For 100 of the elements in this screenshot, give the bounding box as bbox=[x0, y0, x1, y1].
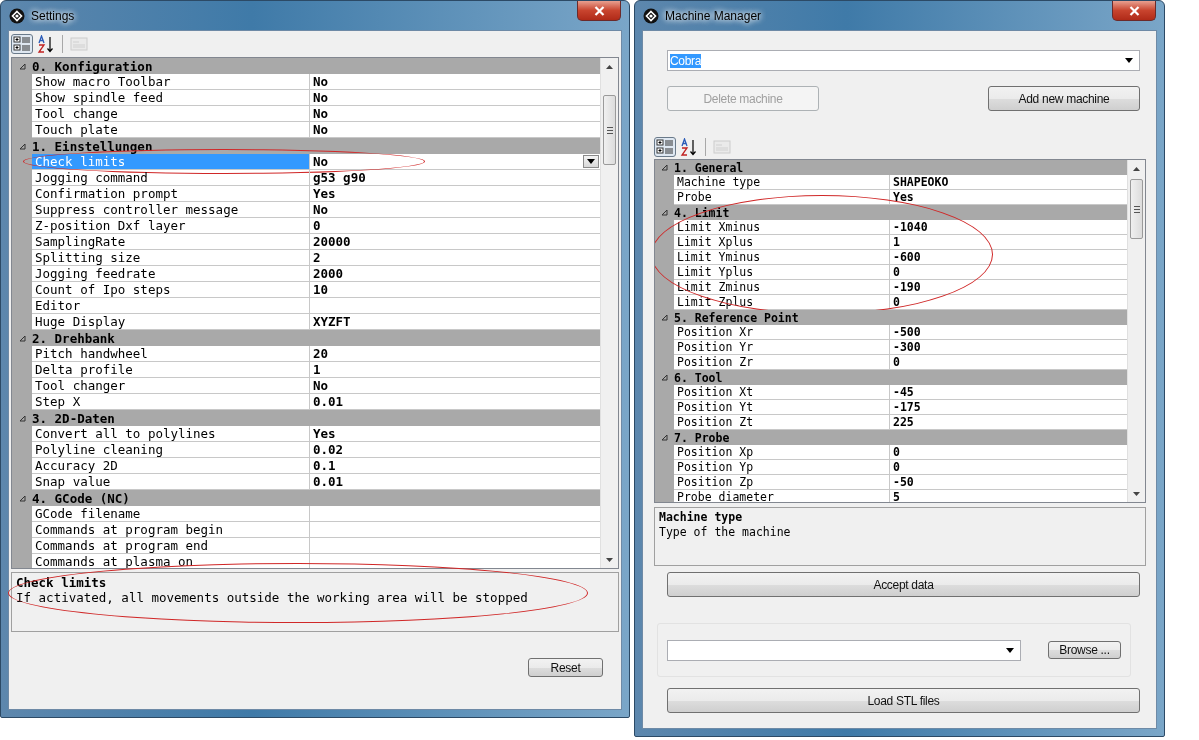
property-name[interactable]: Position Xr bbox=[674, 325, 890, 340]
property-name[interactable]: Convert all to polylines bbox=[32, 426, 310, 442]
property-row[interactable]: Convert all to polylines Yes bbox=[12, 426, 600, 442]
property-name[interactable]: Limit Yminus bbox=[674, 250, 890, 265]
property-name[interactable]: Show macro Toolbar bbox=[32, 74, 310, 90]
property-name[interactable]: Machine type bbox=[674, 175, 890, 190]
scrollbar[interactable] bbox=[600, 58, 618, 568]
property-name[interactable]: GCode filename bbox=[32, 506, 310, 522]
property-value[interactable]: 0 bbox=[893, 445, 1127, 459]
property-value[interactable]: No bbox=[313, 74, 600, 89]
property-value[interactable]: No bbox=[313, 90, 600, 105]
property-row[interactable]: SamplingRate 20000 bbox=[12, 234, 600, 250]
property-row[interactable]: Commands at program end bbox=[12, 538, 600, 554]
add-machine-button[interactable]: Add new machine bbox=[988, 86, 1140, 111]
property-name[interactable]: Probe diameter bbox=[674, 490, 890, 502]
property-row[interactable]: Commands at program begin bbox=[12, 522, 600, 538]
property-row[interactable]: Position Xt -45 bbox=[655, 385, 1127, 400]
property-value[interactable]: 0 bbox=[893, 265, 1127, 279]
property-row[interactable]: Position Yr -300 bbox=[655, 340, 1127, 355]
collapse-icon[interactable] bbox=[661, 209, 668, 216]
categorized-view-icon[interactable] bbox=[11, 34, 33, 54]
property-name[interactable]: Suppress controller message bbox=[32, 202, 310, 218]
category-header[interactable]: 4. GCode (NC) bbox=[12, 490, 600, 506]
property-row[interactable]: Position Yp 0 bbox=[655, 460, 1127, 475]
property-row[interactable]: Tool change No bbox=[12, 106, 600, 122]
property-name[interactable]: Show spindle feed bbox=[32, 90, 310, 106]
property-value[interactable]: No bbox=[313, 378, 600, 393]
category-header[interactable]: 6. Tool bbox=[655, 370, 1127, 385]
property-name[interactable]: Polyline cleaning bbox=[32, 442, 310, 458]
reset-button[interactable]: Reset bbox=[528, 658, 603, 677]
property-name[interactable]: Limit Xplus bbox=[674, 235, 890, 250]
property-value[interactable]: -50 bbox=[893, 475, 1127, 489]
category-header[interactable]: 1. Einstellungen bbox=[12, 138, 600, 154]
close-button[interactable] bbox=[1112, 1, 1156, 21]
dropdown-button[interactable] bbox=[583, 155, 599, 168]
property-name[interactable]: Tool changer bbox=[32, 378, 310, 394]
property-value[interactable]: -45 bbox=[893, 385, 1127, 399]
collapse-icon[interactable] bbox=[18, 142, 26, 150]
browse-button[interactable]: Browse ... bbox=[1048, 641, 1121, 659]
property-row[interactable]: Polyline cleaning 0.02 bbox=[12, 442, 600, 458]
property-name[interactable]: Limit Xminus bbox=[674, 220, 890, 235]
property-value[interactable]: 0 bbox=[893, 460, 1127, 474]
property-name[interactable]: Splitting size bbox=[32, 250, 310, 266]
property-row[interactable]: Check limits No bbox=[12, 154, 600, 170]
property-name[interactable]: Limit Yplus bbox=[674, 265, 890, 280]
property-value[interactable]: 0 bbox=[893, 295, 1127, 309]
property-name[interactable]: Confirmation prompt bbox=[32, 186, 310, 202]
property-value[interactable]: -1040 bbox=[893, 220, 1127, 234]
property-row[interactable]: GCode filename bbox=[12, 506, 600, 522]
property-name[interactable]: Commands at program begin bbox=[32, 522, 310, 538]
property-value[interactable]: -190 bbox=[893, 280, 1127, 294]
property-value[interactable]: Yes bbox=[893, 190, 1127, 204]
property-row[interactable]: Commands at plasma on bbox=[12, 554, 600, 568]
property-name[interactable]: Commands at plasma on bbox=[32, 554, 310, 568]
property-name[interactable]: Accuracy 2D bbox=[32, 458, 310, 474]
property-value[interactable]: -175 bbox=[893, 400, 1127, 414]
property-row[interactable]: Limit Yminus -600 bbox=[655, 250, 1127, 265]
property-name[interactable]: Pitch handwheel bbox=[32, 346, 310, 362]
collapse-icon[interactable] bbox=[18, 62, 26, 70]
scrollbar-thumb[interactable] bbox=[1130, 179, 1143, 239]
property-name[interactable]: Position Yt bbox=[674, 400, 890, 415]
property-name[interactable]: Tool change bbox=[32, 106, 310, 122]
property-value[interactable]: -500 bbox=[893, 325, 1127, 339]
property-row[interactable]: Count of Ipo steps 10 bbox=[12, 282, 600, 298]
property-row[interactable]: Splitting size 2 bbox=[12, 250, 600, 266]
property-value[interactable]: 5 bbox=[893, 490, 1127, 502]
property-row[interactable]: Z-position Dxf layer 0 bbox=[12, 218, 600, 234]
property-row[interactable]: Position Xp 0 bbox=[655, 445, 1127, 460]
collapse-icon[interactable] bbox=[661, 314, 668, 321]
property-row[interactable]: Limit Xminus -1040 bbox=[655, 220, 1127, 235]
property-value[interactable]: 20 bbox=[313, 346, 600, 361]
collapse-icon[interactable] bbox=[661, 374, 668, 381]
collapse-icon[interactable] bbox=[661, 164, 668, 171]
scrollbar[interactable] bbox=[1127, 160, 1145, 502]
property-value[interactable]: SHAPEOKO bbox=[893, 175, 1127, 189]
property-row[interactable]: Jogging command g53 g90 bbox=[12, 170, 600, 186]
property-name[interactable]: Limit Zminus bbox=[674, 280, 890, 295]
property-value[interactable]: 2 bbox=[313, 250, 600, 265]
property-row[interactable]: Suppress controller message No bbox=[12, 202, 600, 218]
property-name[interactable]: Position Yp bbox=[674, 460, 890, 475]
property-row[interactable]: Jogging feedrate 2000 bbox=[12, 266, 600, 282]
property-row[interactable]: Delta profile 1 bbox=[12, 362, 600, 378]
category-header[interactable]: 7. Probe bbox=[655, 430, 1127, 445]
property-name[interactable]: Position Zp bbox=[674, 475, 890, 490]
property-row[interactable]: Editor bbox=[12, 298, 600, 314]
scroll-down-icon[interactable] bbox=[1133, 491, 1140, 496]
property-value[interactable]: No bbox=[313, 122, 600, 137]
property-value[interactable]: 0.02 bbox=[313, 442, 600, 457]
property-value[interactable]: 0.01 bbox=[313, 394, 600, 409]
property-value[interactable]: No bbox=[313, 202, 600, 217]
property-row[interactable]: Position Yt -175 bbox=[655, 400, 1127, 415]
category-header[interactable]: 2. Drehbank bbox=[12, 330, 600, 346]
property-value[interactable]: 225 bbox=[893, 415, 1127, 429]
property-row[interactable]: Show spindle feed No bbox=[12, 90, 600, 106]
accept-data-button[interactable]: Accept data bbox=[667, 572, 1140, 597]
property-row[interactable]: Show macro Toolbar No bbox=[12, 74, 600, 90]
property-value[interactable]: 0 bbox=[313, 218, 600, 233]
close-button[interactable] bbox=[577, 1, 621, 21]
scroll-up-icon[interactable] bbox=[606, 64, 613, 69]
property-value[interactable]: -300 bbox=[893, 340, 1127, 354]
